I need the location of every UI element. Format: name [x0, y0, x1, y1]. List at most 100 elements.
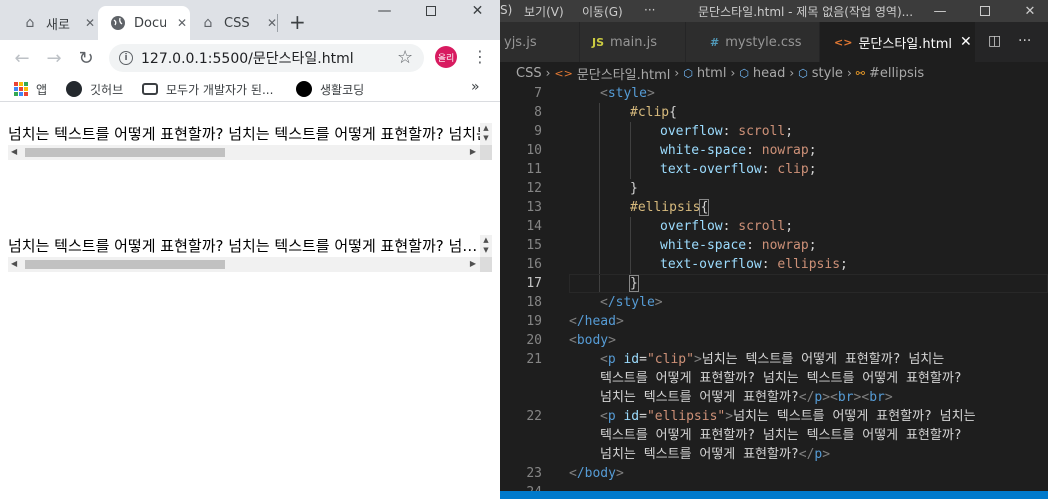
scrollbar-thumb[interactable] [25, 260, 225, 269]
tab-yjs-js[interactable]: yjs.js [500, 22, 580, 62]
line-number: 19 [526, 314, 542, 329]
menu-kebab-icon[interactable]: ⋮ [472, 47, 488, 66]
status-bar [500, 491, 1048, 499]
code-line: 텍스트를 어떻게 표현할까? 넘치는 텍스트를 어떻게 표현할까? [600, 426, 962, 445]
reload-button[interactable]: ↻ [74, 46, 98, 70]
code-line: #ellipsis{ [630, 199, 710, 216]
minimize-button[interactable]: — [920, 0, 960, 22]
breadcrumb-head[interactable]: ⬡ head [739, 66, 785, 81]
html-file-icon: <> [554, 66, 573, 80]
close-window-button[interactable]: ✕ [1010, 0, 1048, 22]
selector-icon: ⚯ [855, 66, 865, 80]
close-icon[interactable]: ✕ [174, 16, 190, 30]
code-line: 텍스트를 어떻게 표현할까? 넘치는 텍스트를 어떻게 표현할까? [600, 369, 962, 388]
menu-item-view[interactable]: 보기(V) [524, 3, 564, 20]
code-token: 넘치는 텍스트를 어떻게 표현할까? [600, 447, 799, 462]
code-line: text-overflow: clip; [660, 162, 817, 177]
maximize-button[interactable] [965, 0, 1005, 22]
clip-paragraph[interactable]: 넘치는 텍스트를 어떻게 표현할까? 넘치는 텍스트를 어떻게 표현할까? 넘치… [8, 123, 492, 163]
close-window-button[interactable]: ✕ [455, 0, 500, 22]
menu-item-selection[interactable]: S) [500, 3, 512, 17]
bookmark-everyone-developer[interactable]: 모두가 개발자가 된... [142, 79, 273, 99]
tab-paragraph-style-html[interactable]: <> 문단스타일.html ✕ [820, 22, 976, 62]
new-tab-button[interactable]: + [289, 10, 306, 34]
tab-label: 문단스타일.html [858, 36, 952, 52]
horizontal-scrollbar[interactable]: ◀ ▶ [8, 257, 480, 272]
cube-icon: ⬡ [739, 66, 749, 80]
bookmark-label: 모두가 개발자가 된... [166, 82, 274, 97]
bookmark-github[interactable]: 깃허브 [66, 79, 123, 99]
line-number: 14 [526, 219, 542, 234]
code-token: scroll [738, 219, 786, 234]
line-number: 15 [526, 238, 542, 253]
code-token: 텍스트를 어떻게 표현할까? 넘치는 텍스트를 어떻게 표현할까? [600, 428, 962, 443]
bookmark-star-icon[interactable]: ☆ [397, 47, 413, 68]
scrollbar-thumb[interactable] [25, 148, 225, 157]
breadcrumb-style[interactable]: ⬡ style [798, 66, 843, 81]
code-token: white-space [660, 238, 747, 253]
browser-tab-title: 새로 [46, 17, 70, 33]
horizontal-scrollbar[interactable]: ◀ ▶ [8, 145, 480, 160]
tab-label: mystyle.css [725, 34, 802, 50]
profile-avatar[interactable]: 올리 [435, 46, 457, 68]
code-line: <p id="clip">넘치는 텍스트를 어떻게 표현할까? 넘치는 [600, 352, 945, 367]
bookmark-label: 깃허브 [90, 82, 124, 97]
code-line: white-space: nowrap; [660, 238, 817, 253]
maximize-button[interactable] [408, 0, 453, 22]
breadcrumb-folder[interactable]: CSS [516, 66, 542, 81]
cube-icon: ⬡ [798, 66, 808, 80]
vertical-scrollbar[interactable]: ▲ ▼ [480, 235, 492, 257]
more-actions-icon[interactable]: ··· [1018, 33, 1031, 49]
code-line: #clip{ [630, 105, 677, 120]
breadcrumb-file[interactable]: <> 문단스타일.html [554, 64, 670, 83]
code-line: overflow: scroll; [660, 124, 794, 139]
minimize-button[interactable]: — [362, 0, 407, 22]
scroll-right-icon[interactable]: ▶ [470, 147, 476, 156]
scroll-right-icon[interactable]: ▶ [470, 259, 476, 268]
bookmarks-more-button[interactable]: » [471, 79, 480, 95]
code-token: /body [576, 466, 616, 481]
browser-tab-3[interactable]: ⌂ CSS ✕ [190, 6, 282, 40]
code-token: #clip [630, 105, 670, 120]
tab-main-js[interactable]: JS main.js [580, 22, 686, 62]
tab-mystyle-css[interactable]: # mystyle.css [686, 22, 820, 62]
menu-item-go[interactable]: 이동(G) [582, 3, 623, 20]
ellipsis-text: 넘치는 텍스트를 어떻게 표현할까? 넘치는 텍스트를 어떻게 표현할까? 넘치… [8, 237, 480, 255]
code-token: #ellipsis [630, 200, 701, 215]
breadcrumb-html[interactable]: ⬡ html [683, 66, 726, 81]
bookmark-opentutorials[interactable]: 생활코딩 [296, 79, 364, 99]
home-icon: ⌂ [203, 15, 213, 31]
forward-button[interactable]: → [42, 46, 66, 70]
line-number: 17 [526, 276, 542, 291]
close-icon[interactable]: ✕ [960, 34, 972, 50]
css-file-icon: # [710, 35, 720, 49]
split-editor-icon[interactable]: ◫ [988, 33, 1001, 49]
info-icon[interactable]: i [119, 51, 133, 65]
scroll-left-icon[interactable]: ◀ [11, 259, 17, 268]
bookmark-label: 생활코딩 [320, 82, 365, 97]
close-icon[interactable]: ✕ [82, 16, 98, 30]
menu-more[interactable]: ··· [644, 3, 655, 17]
code-token: scroll [738, 124, 786, 139]
code-token: 넘치는 텍스트를 어떻게 표현할까? 넘치는 [701, 352, 945, 367]
maximize-icon [425, 6, 436, 16]
browser-tab-title: CSS [224, 15, 250, 31]
browser-tab-2[interactable]: Docu ✕ [98, 6, 190, 40]
back-button[interactable]: ← [10, 46, 34, 70]
address-bar[interactable]: i 127.0.0.1:5500/문단스타일.html [109, 44, 424, 72]
ellipsis-paragraph[interactable]: 넘치는 텍스트를 어떻게 표현할까? 넘치는 텍스트를 어떻게 표현할까? 넘치… [8, 235, 492, 275]
vertical-scrollbar[interactable]: ▲ ▼ [480, 123, 492, 145]
breadcrumb-head-label: head [752, 65, 786, 81]
line-number: 16 [526, 257, 542, 272]
scroll-left-icon[interactable]: ◀ [11, 147, 17, 156]
breadcrumb-selector-label: #ellipsis [868, 65, 925, 81]
bookmark-apps[interactable]: 앱 [14, 79, 47, 99]
html-file-icon: <> [834, 35, 853, 49]
browser-tab-1[interactable]: ⌂ 새로 ✕ [8, 6, 98, 40]
code-line: 넘치는 텍스트를 어떻게 표현할까?</p><br><br> [600, 390, 893, 405]
code-editor[interactable]: 7 8 9 10 11 12 13 14 15 16 17 18 19 20 2… [500, 84, 1048, 499]
chevron-right-icon: › [545, 66, 551, 80]
code-token: ellipsis [777, 257, 841, 272]
chevron-right-icon: › [730, 66, 736, 80]
breadcrumb-selector[interactable]: ⚯ #ellipsis [856, 66, 924, 81]
